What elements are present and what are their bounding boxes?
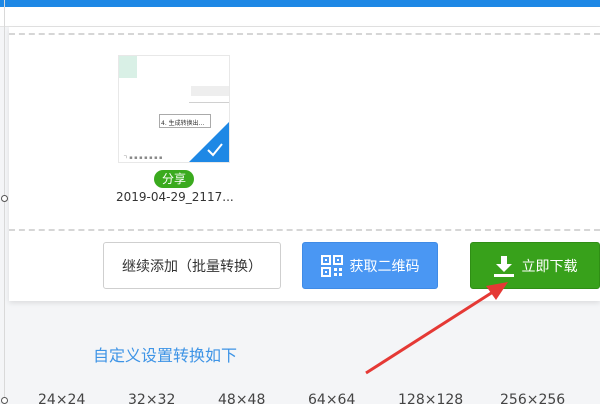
checkmark-icon xyxy=(207,143,223,157)
get-qr-code-label: 获取二维码 xyxy=(349,258,420,275)
file-name: 2019-04-29_2117... xyxy=(116,190,234,204)
size-option[interactable]: 48×48 xyxy=(218,392,265,404)
size-option[interactable]: 32×32 xyxy=(128,392,175,404)
continue-add-label: 继续添加（批量转换） xyxy=(122,258,262,275)
dashed-divider-top xyxy=(9,33,600,35)
download-now-button[interactable]: 立即下载 xyxy=(470,242,600,289)
resize-handle[interactable] xyxy=(1,195,8,202)
size-option[interactable]: 256×256 xyxy=(500,392,565,404)
share-button[interactable]: 分享 xyxy=(154,170,194,188)
get-qr-code-button[interactable]: 获取二维码 xyxy=(302,242,438,289)
size-options-row: 24×24 32×32 48×48 64×64 128×128 256×256 xyxy=(0,392,600,404)
top-accent-bar xyxy=(0,0,600,7)
doc-field-block xyxy=(191,86,229,96)
left-guide-line xyxy=(4,0,5,404)
size-option[interactable]: 128×128 xyxy=(398,392,463,404)
size-option[interactable]: 24×24 xyxy=(38,392,85,404)
doc-footer: ㄱ ▪ ▪ ▪ ▪ ▪ ▪ ▪ xyxy=(123,155,163,161)
doc-rule xyxy=(189,102,229,103)
qr-code-icon xyxy=(320,254,343,277)
file-thumbnail[interactable]: 4. 生成转换出... ㄱ ▪ ▪ ▪ ▪ ▪ ▪ ▪ xyxy=(118,55,230,163)
dashed-divider-bottom xyxy=(9,229,600,231)
download-icon xyxy=(493,255,514,277)
download-now-label: 立即下载 xyxy=(521,258,578,275)
settings-title: 自定义设置转换如下 xyxy=(93,346,238,365)
size-option[interactable]: 64×64 xyxy=(308,392,355,404)
top-strip xyxy=(0,7,600,27)
doc-header-block xyxy=(119,56,137,78)
continue-add-button[interactable]: 继续添加（批量转换） xyxy=(103,242,281,289)
